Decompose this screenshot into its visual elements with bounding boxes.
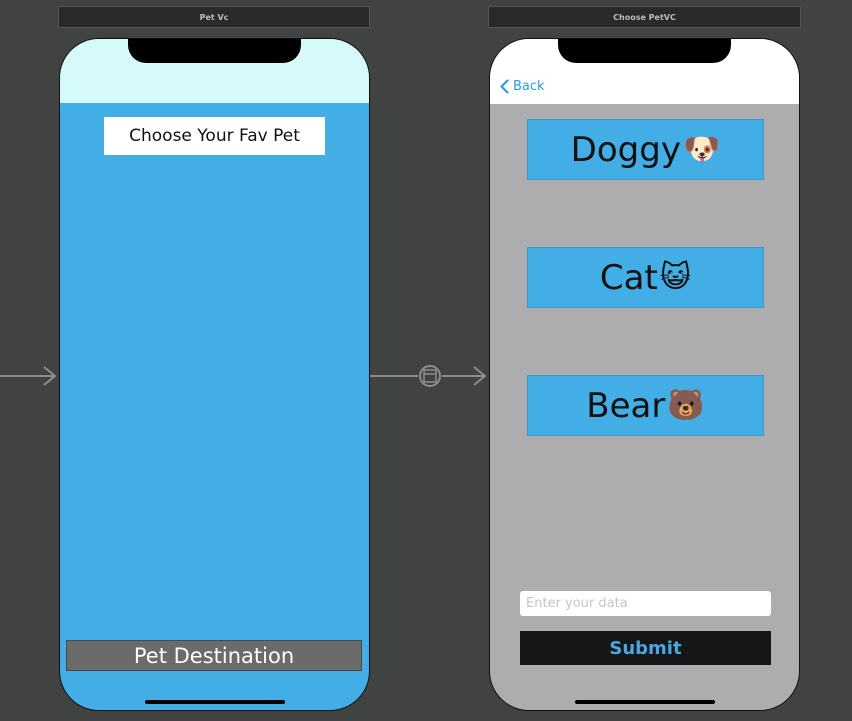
scene-title-choose-pet-vc[interactable]: Choose PetVC [488, 6, 801, 28]
scene-title-pet-vc[interactable]: Pet Vc [58, 6, 370, 28]
dog-face-icon: 🐶 [682, 132, 721, 167]
cat-label: Cat [599, 257, 658, 298]
submit-button[interactable]: Submit [520, 631, 771, 665]
bear-label: Bear [586, 385, 666, 426]
back-button[interactable]: Back [500, 79, 545, 94]
chevron-left-icon [500, 79, 509, 94]
choose-pet-vc-scene: Back Doggy🐶 Cat😺 Bear🐻 Submit [489, 38, 800, 711]
doggy-label: Doggy [570, 129, 681, 170]
segue-connector[interactable] [370, 364, 488, 388]
data-input-field[interactable] [520, 591, 771, 616]
bear-button[interactable]: Bear 🐻 [527, 375, 764, 436]
choose-pet-label: Choose Your Fav Pet [104, 117, 325, 155]
home-indicator [145, 700, 285, 704]
bear-face-icon: 🐻 [667, 388, 705, 423]
cat-face-icon: 😺 [659, 260, 692, 295]
segue-modal-icon [370, 365, 487, 387]
home-indicator [575, 700, 715, 704]
back-label: Back [513, 79, 545, 94]
pet-vc-scene: Choose Your Fav Pet Pet Destination [59, 38, 370, 711]
pet-destination-button[interactable]: Pet Destination [66, 640, 362, 671]
cat-button[interactable]: Cat 😺 [527, 247, 764, 308]
device-notch [558, 39, 731, 63]
doggy-button[interactable]: Doggy 🐶 [527, 119, 764, 180]
device-notch [128, 39, 301, 63]
entry-arrow-icon [0, 366, 58, 386]
